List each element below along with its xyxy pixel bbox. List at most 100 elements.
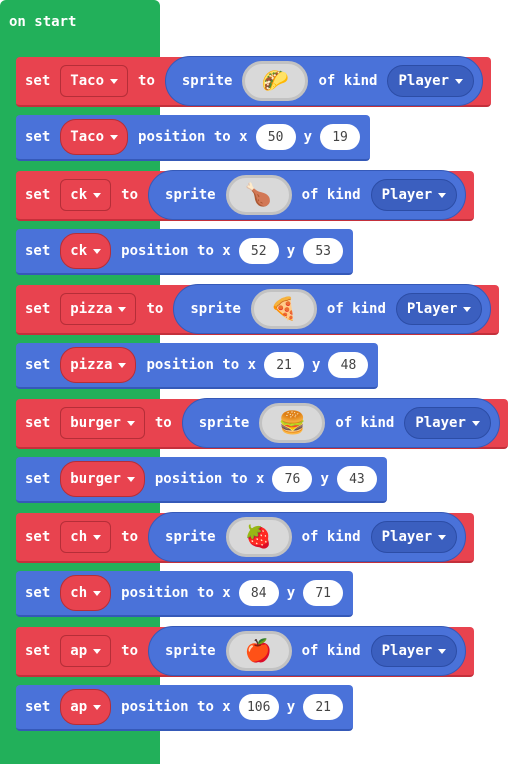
kind-dropdown[interactable]: Player [404, 407, 491, 439]
variable-dropdown[interactable]: Taco [60, 65, 129, 97]
x-value-field[interactable]: 84 [238, 580, 279, 606]
variable-dropdown[interactable]: Taco [60, 119, 129, 155]
kind-dropdown[interactable]: Player [370, 521, 458, 553]
y-value-field[interactable]: 19 [320, 124, 361, 150]
kind-dropdown[interactable]: Player [370, 635, 458, 667]
kind-dropdown[interactable]: Player [395, 293, 483, 325]
x-value-field[interactable]: 106 [238, 694, 279, 720]
to-keyword: to [121, 643, 139, 659]
kind-name: Player [381, 643, 433, 659]
chevron-down-icon [126, 420, 135, 426]
set-position-block[interactable]: set ck position to x 52 y 53 [16, 229, 354, 275]
sprite-reporter[interactable]: sprite 🍕 of kind Player [173, 284, 492, 334]
chevron-down-icon [126, 476, 135, 482]
variable-name: burger [70, 415, 121, 431]
variable-dropdown[interactable]: pizza [60, 293, 137, 325]
chevron-down-icon [93, 192, 102, 198]
variable-dropdown[interactable]: ck [60, 179, 112, 211]
sprite-keyword: sprite [181, 73, 233, 89]
variable-name: pizza [70, 301, 113, 317]
set-sprite-block[interactable]: set ck to sprite 🍗 of kind Player [16, 170, 475, 221]
variable-name: ch [70, 529, 88, 545]
set-sprite-block[interactable]: set burger to sprite 🍔 of kind Player [16, 398, 508, 449]
variable-dropdown[interactable]: ch [60, 575, 112, 611]
chevron-down-icon [438, 648, 447, 654]
kind-dropdown[interactable]: Player [370, 179, 458, 211]
sprite-keyword: sprite [190, 301, 241, 317]
y-keyword: y [312, 357, 321, 373]
of-kind-keyword: of kind [318, 73, 378, 89]
taco-icon[interactable]: 🌮 [242, 61, 309, 101]
y-value-field[interactable]: 53 [303, 238, 344, 264]
chevron-down-icon [455, 78, 464, 84]
of-kind-keyword: of kind [301, 187, 361, 203]
kind-name: Player [415, 415, 466, 431]
x-value-field[interactable]: 52 [238, 238, 279, 264]
sprite-keyword: sprite [165, 187, 216, 203]
variable-name: ap [70, 699, 88, 715]
set-keyword: set [25, 415, 51, 431]
set-position-block[interactable]: set pizza position to x 21 y 48 [16, 343, 379, 389]
position-to-x-keyword: position to x [138, 129, 248, 145]
sprite-reporter[interactable]: sprite 🌮 of kind Player [164, 56, 484, 106]
set-keyword: set [25, 585, 51, 601]
set-sprite-block[interactable]: set ap to sprite 🍎 of kind Player [16, 626, 475, 677]
variable-dropdown[interactable]: ap [60, 635, 112, 667]
y-value-field[interactable]: 48 [328, 352, 369, 378]
chevron-down-icon [110, 78, 119, 84]
on-start-label: on start [9, 14, 77, 30]
to-keyword: to [138, 73, 155, 89]
kind-name: Player [381, 187, 433, 203]
chevron-down-icon [110, 134, 119, 140]
to-keyword: to [146, 301, 164, 317]
strawberry-icon[interactable]: 🍓 [225, 517, 292, 557]
variable-name: ck [70, 187, 88, 203]
chevron-down-icon [93, 704, 102, 710]
pizza-icon[interactable]: 🍕 [250, 289, 317, 329]
variable-dropdown[interactable]: burger [60, 461, 145, 497]
apple-icon[interactable]: 🍎 [225, 631, 292, 671]
burger-icon[interactable]: 🍔 [259, 403, 326, 443]
set-position-block[interactable]: set ap position to x 106 y 21 [16, 685, 354, 731]
y-value-field[interactable]: 71 [303, 580, 344, 606]
of-kind-keyword: of kind [301, 529, 361, 545]
sprite-reporter[interactable]: sprite 🍔 of kind Player [181, 398, 500, 448]
variable-dropdown[interactable]: ck [60, 233, 112, 269]
to-keyword: to [121, 187, 139, 203]
y-keyword: y [286, 243, 296, 259]
set-keyword: set [25, 529, 51, 545]
position-to-x-keyword: position to x [121, 699, 231, 715]
sprite-keyword: sprite [165, 529, 216, 545]
drumstick-icon[interactable]: 🍗 [225, 175, 292, 215]
kind-name: Player [406, 301, 458, 317]
variable-dropdown[interactable]: burger [60, 407, 145, 439]
chevron-down-icon [118, 362, 127, 368]
y-value-field[interactable]: 21 [303, 694, 344, 720]
x-value-field[interactable]: 76 [272, 466, 313, 492]
set-position-block[interactable]: set ch position to x 84 y 71 [16, 571, 354, 617]
set-sprite-block[interactable]: set Taco to sprite 🌮 of kind Player [16, 56, 492, 107]
variable-dropdown[interactable]: ch [60, 521, 112, 553]
set-keyword: set [25, 699, 51, 715]
y-value-field[interactable]: 43 [336, 466, 377, 492]
sprite-reporter[interactable]: sprite 🍎 of kind Player [148, 626, 467, 676]
sprite-reporter[interactable]: sprite 🍗 of kind Player [148, 170, 467, 220]
variable-name: Taco [70, 73, 105, 89]
kind-name: Player [381, 529, 433, 545]
set-sprite-block[interactable]: set pizza to sprite 🍕 of kind Player [16, 284, 500, 335]
chevron-down-icon [93, 590, 102, 596]
y-keyword: y [303, 129, 313, 145]
set-sprite-block[interactable]: set ch to sprite 🍓 of kind Player [16, 512, 475, 563]
kind-dropdown[interactable]: Player [387, 65, 475, 97]
set-position-block[interactable]: set burger position to x 76 y 43 [16, 457, 387, 503]
position-to-x-keyword: position to x [121, 585, 231, 601]
variable-dropdown[interactable]: pizza [60, 347, 137, 383]
x-value-field[interactable]: 50 [255, 124, 296, 150]
sprite-reporter[interactable]: sprite 🍓 of kind Player [148, 512, 467, 562]
y-keyword: y [286, 585, 296, 601]
x-value-field[interactable]: 21 [264, 352, 305, 378]
variable-dropdown[interactable]: ap [60, 689, 112, 725]
set-position-block[interactable]: set Taco position to x 50 y 19 [16, 115, 371, 161]
variable-name: ap [70, 643, 88, 659]
chevron-down-icon [93, 534, 102, 540]
